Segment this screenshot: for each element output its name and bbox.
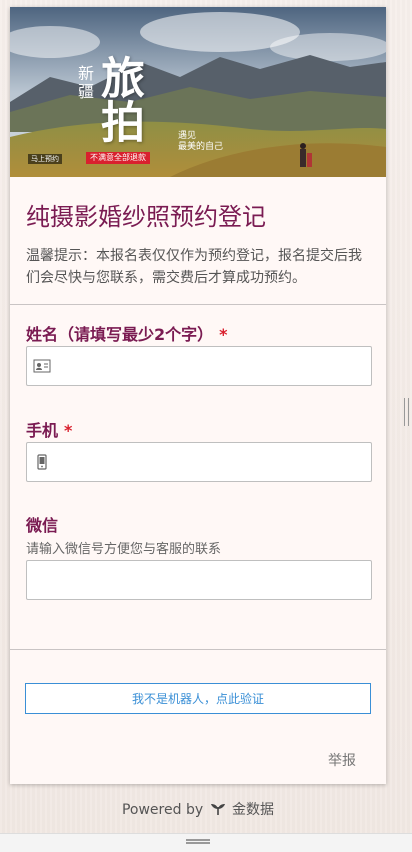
banner-meet-line1: 遇见 [178, 131, 197, 141]
side-resize-handle[interactable] [404, 398, 409, 426]
wechat-input[interactable] [37, 561, 363, 599]
phone-field-label: 手机 * [26, 417, 72, 441]
powered-by-brand[interactable]: 金数据 [232, 802, 274, 818]
divider [10, 304, 386, 305]
wechat-input-box[interactable] [26, 560, 372, 600]
phone-input-box[interactable] [26, 442, 372, 482]
banner-meet-line2: 最美的自己 [178, 142, 224, 152]
phone-input[interactable] [57, 443, 363, 481]
bottom-resize-handle[interactable] [186, 839, 210, 844]
powered-by: Powered by 金数据 [0, 799, 396, 819]
banner-meet-text: 遇见 最美的自己 [178, 131, 223, 153]
form-card: 新疆 旅拍 遇见 最美的自己 马上预约 不满意全部退款 纯摄影婚纱照预约登记 温… [10, 7, 386, 784]
name-input[interactable] [57, 347, 363, 385]
wechat-label-text: 微信 [26, 516, 59, 535]
form-title: 纯摄影婚纱照预约登记 [26, 203, 266, 231]
banner-red-tag: 不满意全部退款 [86, 152, 150, 164]
name-field-label: 姓名（请填写最少2个字） * [26, 321, 228, 345]
wechat-field-label: 微信 [26, 512, 58, 536]
required-mark: * [64, 421, 73, 440]
jinshuju-logo-icon [210, 804, 225, 816]
banner-dark-tag: 马上预约 [28, 154, 62, 164]
name-label-text: 姓名（请填写最少2个字） [26, 325, 214, 344]
banner-brand-large: 旅拍 [93, 55, 144, 143]
divider [10, 649, 386, 650]
name-input-box[interactable] [26, 346, 372, 386]
phone-icon [37, 454, 47, 470]
wechat-field-description: 请输入微信号方便您与客服的联系 [26, 542, 222, 557]
bottom-bar [0, 833, 412, 852]
powered-by-text: Powered by [121, 802, 204, 818]
banner-image: 新疆 旅拍 遇见 最美的自己 马上预约 不满意全部退款 [10, 7, 386, 177]
required-mark: * [219, 325, 228, 344]
id-card-icon [33, 359, 51, 373]
captcha-verify-button[interactable]: 我不是机器人，点此验证 [25, 683, 371, 714]
form-tip: 温馨提示：本报名表仅仅作为预约登记，报名提交后我们会尽快与您联系，需交费后才算成… [26, 248, 362, 286]
report-link[interactable]: 举报 [328, 750, 356, 770]
phone-label-text: 手机 [26, 421, 59, 440]
